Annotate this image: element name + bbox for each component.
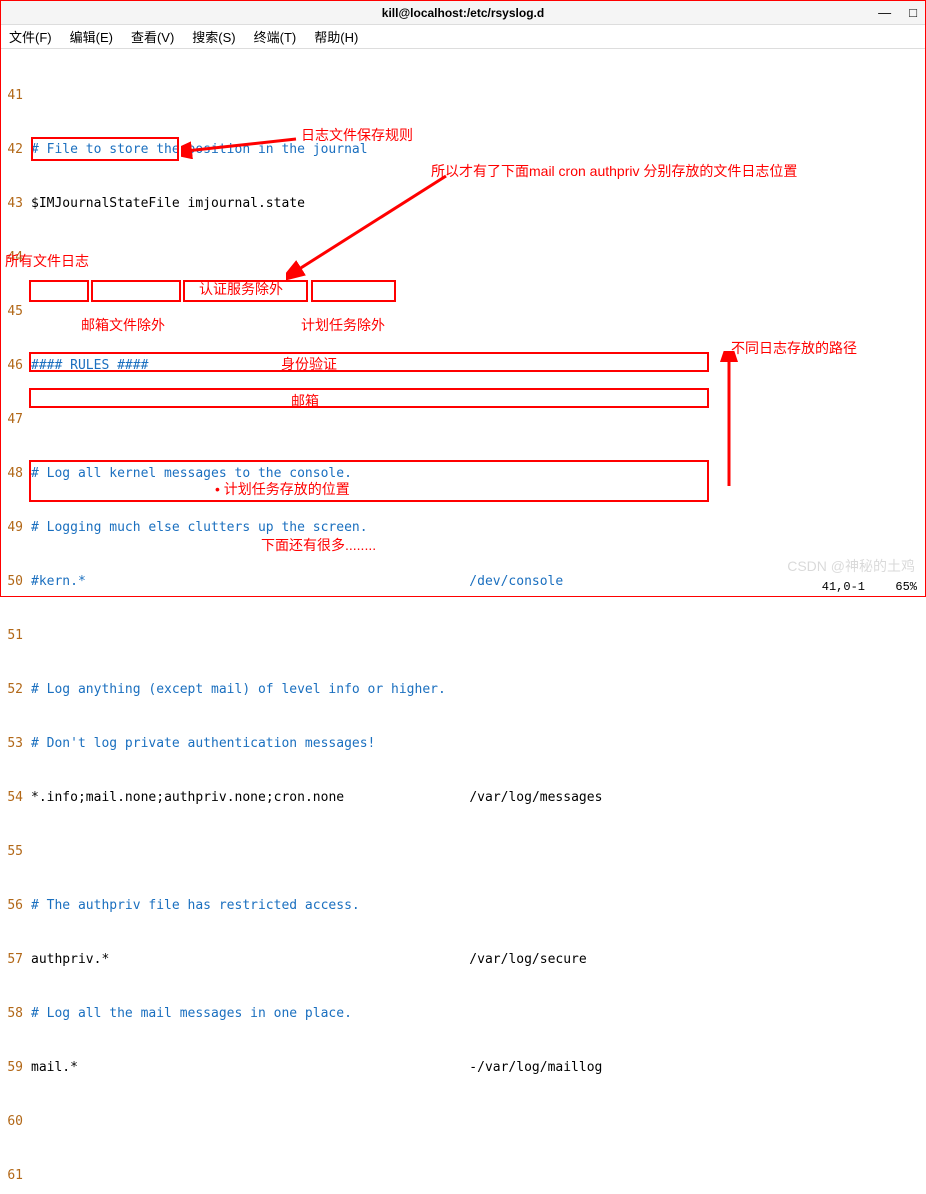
menu-view[interactable]: 查看(V) <box>127 25 178 48</box>
line-number: 42 <box>1 141 25 159</box>
redbox-mail <box>29 388 709 408</box>
code-text: $IMJournalStateFile imjournal.state <box>25 195 305 213</box>
code-text: #kern.* /dev/console <box>25 573 563 591</box>
redbox-rules <box>31 137 179 161</box>
line-number: 54 <box>1 789 25 807</box>
anno-cron-exclude: 计划任务除外 <box>301 315 385 335</box>
redbox-authpriv <box>29 352 709 372</box>
anno-auth-exclude: 认证服务除外 <box>199 279 283 299</box>
line-number: 49 <box>1 519 25 537</box>
code-text: # Log all the mail messages in one place… <box>25 1005 352 1023</box>
minimize-button[interactable]: — <box>878 5 891 20</box>
redbox-mailnone <box>91 280 181 302</box>
code-text: # The authpriv file has restricted acces… <box>25 897 360 915</box>
status-pos: 41,0-1 <box>822 580 865 594</box>
window-title: kill@localhost:/etc/rsyslog.d <box>382 6 544 20</box>
line-number: 57 <box>1 951 25 969</box>
anno-all-files: 所有文件日志 <box>5 251 89 271</box>
titlebar: kill@localhost:/etc/rsyslog.d — □ <box>1 1 925 25</box>
menu-edit[interactable]: 编辑(E) <box>66 25 117 48</box>
status-pct: 65% <box>895 580 917 594</box>
line-number: 47 <box>1 411 25 429</box>
code-text: # Don't log private authentication messa… <box>25 735 375 753</box>
anno-mail-exclude: 邮箱文件除外 <box>81 315 165 335</box>
maximize-button[interactable]: □ <box>909 5 917 20</box>
line-number: 56 <box>1 897 25 915</box>
line-number: 43 <box>1 195 25 213</box>
redbox-info <box>29 280 89 302</box>
code-text: # Log anything (except mail) of level in… <box>25 681 446 699</box>
anno-separate-files: 所以才有了下面mail cron authpriv 分别存放的文件日志位置 <box>431 161 797 181</box>
code-text: authpriv.* /var/log/secure <box>25 951 587 969</box>
menubar: 文件(F) 编辑(E) 查看(V) 搜索(S) 终端(T) 帮助(H) <box>1 25 925 49</box>
anno-more-below: 下面还有很多........ <box>261 535 376 555</box>
anno-mailbox: 邮箱 <box>291 391 319 411</box>
code-text: mail.* -/var/log/maillog <box>25 1059 602 1077</box>
line-number: 50 <box>1 573 25 591</box>
code-text: *.info;mail.none;authpriv.none;cron.none… <box>25 789 602 807</box>
line-number: 60 <box>1 1113 25 1131</box>
line-number: 52 <box>1 681 25 699</box>
line-number: 59 <box>1 1059 25 1077</box>
menu-help[interactable]: 帮助(H) <box>310 25 362 48</box>
editor-area[interactable]: 41 42# File to store the position in the… <box>1 49 925 1194</box>
line-number: 61 <box>1 1167 25 1185</box>
line-number: 46 <box>1 357 25 375</box>
line-number: 45 <box>1 303 25 321</box>
anno-cron-location: • 计划任务存放的位置 <box>215 479 350 499</box>
menu-file[interactable]: 文件(F) <box>5 25 56 48</box>
line-number: 53 <box>1 735 25 753</box>
anno-diff-paths: 不同日志存放的路径 <box>731 338 857 358</box>
anno-rules-label: 日志文件保存规则 <box>301 125 413 145</box>
line-number: 41 <box>1 87 25 105</box>
redbox-cron <box>29 460 709 502</box>
anno-auth: 身份验证 <box>281 354 337 374</box>
watermark: CSDN @神秘的土鸡 <box>787 556 915 576</box>
line-number: 51 <box>1 627 25 645</box>
menu-terminal[interactable]: 终端(T) <box>250 25 301 48</box>
redbox-cronnone <box>311 280 396 302</box>
menu-search[interactable]: 搜索(S) <box>188 25 239 48</box>
line-number: 48 <box>1 465 25 483</box>
line-number: 55 <box>1 843 25 861</box>
window-controls: — □ <box>878 5 917 20</box>
line-number: 58 <box>1 1005 25 1023</box>
